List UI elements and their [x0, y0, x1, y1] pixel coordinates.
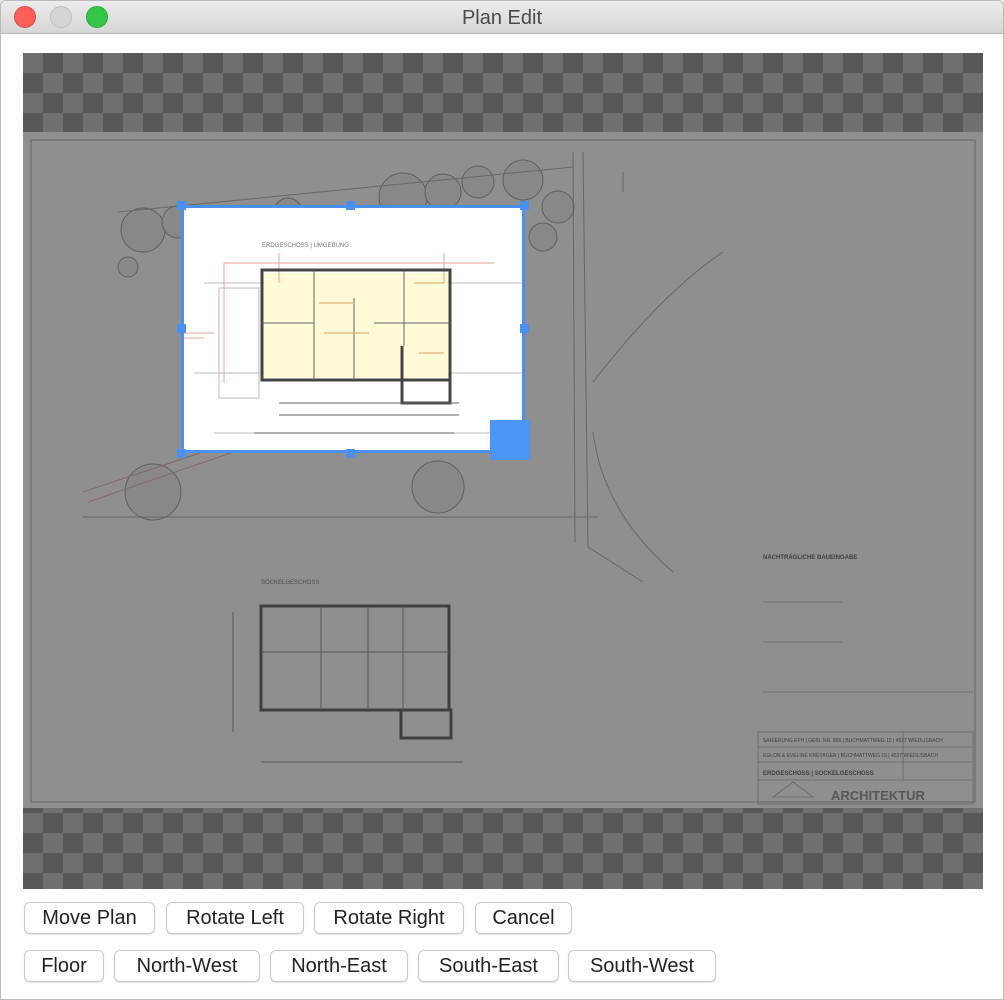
client-label: EGLON & EVELINE KREYAGER | BUCHMATTWEG 1… — [763, 753, 938, 759]
submission-label: NACHTRÄGLICHE BAUEINGABE — [763, 554, 857, 561]
edge-handle-right[interactable] — [520, 324, 529, 333]
selection-rectangle[interactable]: ERDGESCHOSS | UMGEBUNG — [181, 205, 525, 453]
corner-handle-top-right[interactable] — [520, 201, 529, 210]
south-west-button[interactable]: South-West — [568, 950, 716, 982]
south-east-button[interactable]: South-East — [418, 950, 559, 982]
move-plan-button[interactable]: Move Plan — [24, 902, 155, 934]
selected-plan-region: ERDGESCHOSS | UMGEBUNG — [184, 208, 522, 450]
window-content: ERDGESCHOSS | UMGEBUNG SOCKELGESCHOSS NA… — [1, 34, 1003, 999]
floor-button[interactable]: Floor — [24, 950, 104, 982]
plan-canvas[interactable]: ERDGESCHOSS | UMGEBUNG SOCKELGESCHOSS NA… — [23, 53, 983, 889]
north-east-button[interactable]: North-East — [270, 950, 408, 982]
rotate-right-button[interactable]: Rotate Right — [314, 902, 464, 934]
edge-handle-top[interactable] — [346, 201, 355, 210]
selected-ground-floor-label: ERDGESCHOSS | UMGEBUNG — [262, 243, 349, 249]
edge-handle-left[interactable] — [177, 324, 186, 333]
north-west-button[interactable]: North-West — [114, 950, 260, 982]
rotate-left-button[interactable]: Rotate Left — [166, 902, 304, 934]
sheet-title-label: ERDGESCHOSS | SOCKELGESCHOSS — [763, 771, 874, 777]
plan-edit-window: Plan Edit SOCKELGESCHOSS NACHTRÄGLICHE B… — [0, 0, 1004, 1000]
title-bar: Plan Edit — [1, 1, 1003, 34]
basement-label: SOCKELGESCHOSS — [261, 580, 319, 586]
window-title: Plan Edit — [461, 7, 543, 29]
logo-text: ARCHITEKTUR — [831, 788, 925, 803]
resize-handle[interactable] — [490, 420, 530, 460]
corner-handle-bottom-left[interactable] — [177, 449, 186, 458]
corner-handle-top-left[interactable] — [177, 201, 186, 210]
cancel-button[interactable]: Cancel — [475, 902, 572, 934]
edge-handle-bottom[interactable] — [346, 449, 355, 458]
project-label: SANIERUNG EFH | GEBI. NR. 865 | BUCHMATT… — [763, 738, 943, 744]
